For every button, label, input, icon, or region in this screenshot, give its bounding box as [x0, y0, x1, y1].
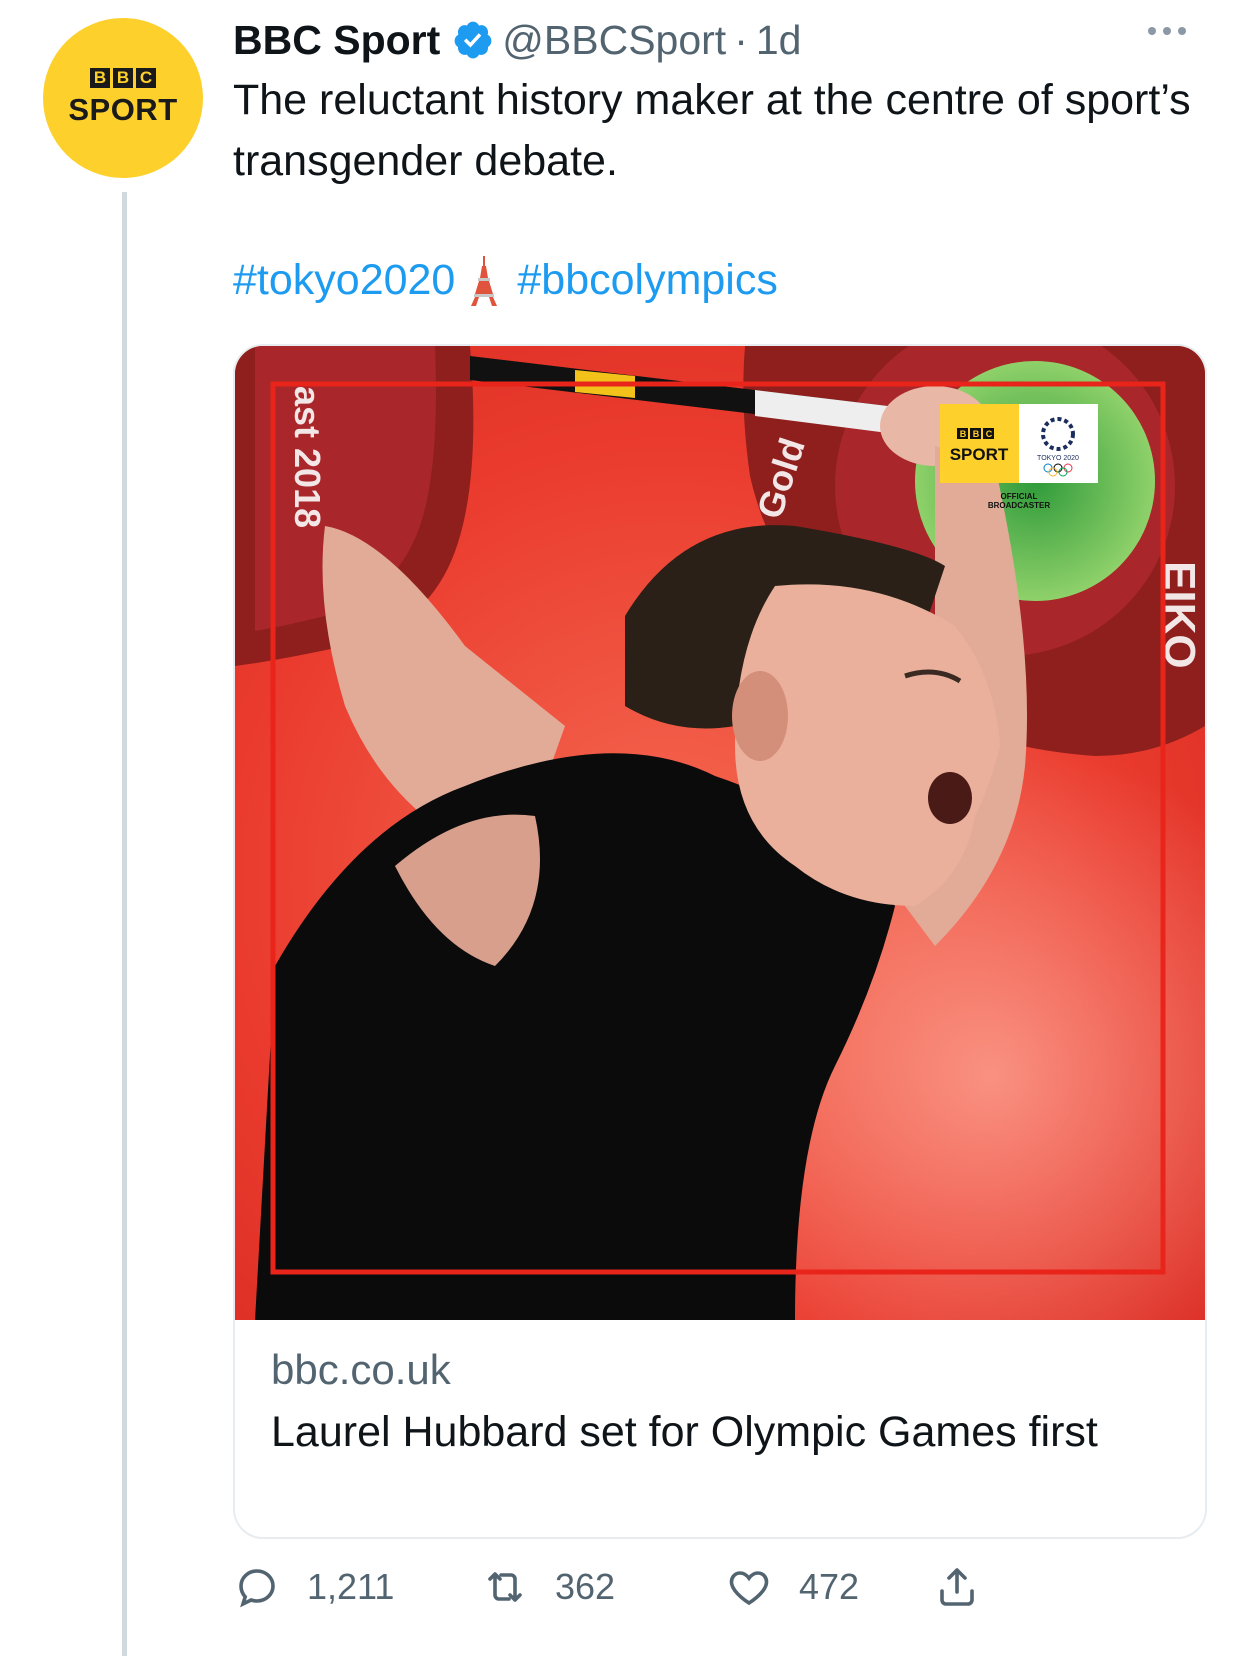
bbc-block: C	[136, 68, 156, 88]
more-options-icon[interactable]	[1148, 27, 1186, 35]
hashtag-tokyo2020[interactable]: #tokyo2020	[233, 256, 455, 305]
overlay-broadcaster-line2: BROADCASTER	[988, 501, 1050, 510]
more-dot	[1163, 27, 1171, 35]
reply-count: 1,211	[307, 1566, 395, 1607]
link-card[interactable]: ast 2018 EIKO Gold TOKYO 2020 B B C SPOR…	[233, 344, 1207, 1539]
author-name[interactable]: BBC Sport	[233, 17, 440, 64]
verified-badge-icon	[454, 21, 492, 59]
more-dot	[1178, 27, 1186, 35]
card-title: Laurel Hubbard set for Olympic Games fir…	[271, 1408, 1098, 1456]
avatar-sport-text: SPORT	[68, 92, 178, 127]
tweet-header: BBC Sport @BBCSport · 1d	[233, 12, 801, 68]
tweet-text: The reluctant history maker at the centr…	[233, 76, 1191, 185]
author-avatar[interactable]: B B C SPORT	[43, 18, 203, 178]
reply-button[interactable]: 1,211	[233, 1563, 394, 1611]
tokyo-tower-emoji-icon	[471, 256, 498, 306]
share-icon	[940, 1568, 974, 1606]
overlay-broadcaster-line1: OFFICIAL	[1001, 492, 1038, 501]
overlay-tokyo-text: TOKYO 2020	[1037, 455, 1079, 462]
heart-icon	[729, 1571, 769, 1606]
bbc-block: B	[90, 68, 110, 88]
separator-dot: ·	[734, 16, 748, 63]
overlay-bbc-block: B	[973, 429, 980, 439]
reply-icon	[239, 1569, 275, 1608]
retweet-button[interactable]: 362	[481, 1563, 615, 1611]
share-button[interactable]	[933, 1563, 981, 1611]
overlay-bbc-block: C	[986, 429, 993, 439]
card-domain: bbc.co.uk	[271, 1346, 451, 1393]
author-handle[interactable]: @BBCSport	[502, 17, 726, 64]
overlay-bbc-block: B	[960, 429, 967, 439]
plate-text-left: ast 2018	[287, 386, 328, 528]
hashtag-bbcolympics[interactable]: #bbcolympics	[517, 256, 778, 305]
tweet-timestamp[interactable]: 1d	[756, 17, 802, 64]
like-count: 472	[799, 1566, 860, 1607]
bbc-block: B	[113, 68, 133, 88]
like-button[interactable]: 472	[725, 1563, 859, 1611]
retweet-icon	[488, 1572, 522, 1602]
tweet-actions: 1,211 362 472	[233, 1563, 1163, 1623]
more-dot	[1148, 27, 1156, 35]
overlay-sport-text: SPORT	[950, 445, 1009, 464]
weightlifter-photo: ast 2018 EIKO Gold TOKYO 2020 B B C SPOR…	[235, 346, 1205, 1320]
bbc-logo: B B C	[90, 68, 156, 88]
hashtag-line: #tokyo2020 #bbcolympics	[233, 254, 778, 306]
retweet-count: 362	[555, 1566, 616, 1607]
card-info[interactable]: bbc.co.uk Laurel Hubbard set for Olympic…	[235, 1320, 1205, 1537]
thread-line	[122, 192, 127, 1656]
card-image[interactable]: ast 2018 EIKO Gold TOKYO 2020 B B C SPOR…	[235, 346, 1205, 1320]
